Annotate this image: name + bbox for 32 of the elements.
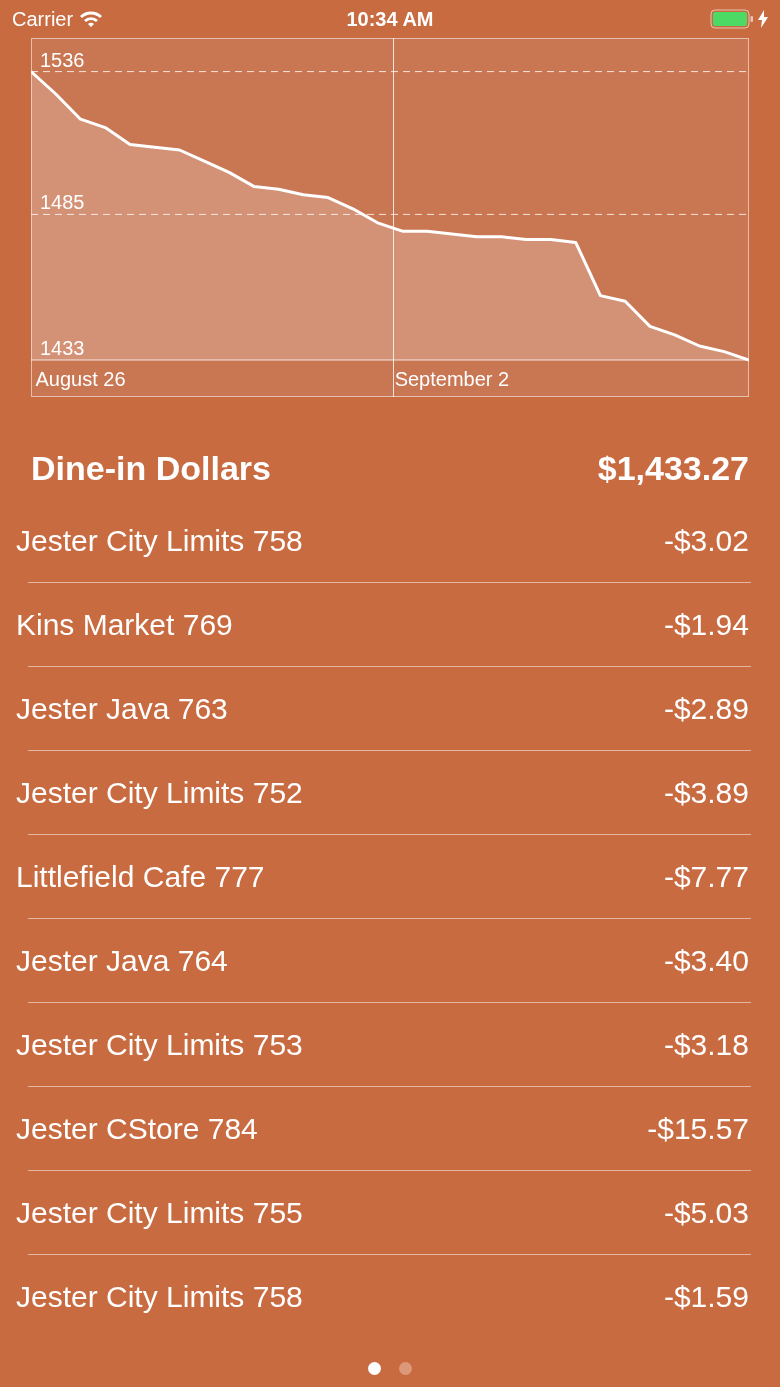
transaction-name: Jester City Limits 753 (16, 1027, 303, 1063)
transaction-amount: -$1.59 (663, 1279, 749, 1315)
battery-icon (710, 9, 754, 29)
axis-label: 1485 (40, 191, 85, 214)
transaction-name: Jester City Limits 755 (16, 1195, 303, 1231)
transaction-amount: -$5.03 (663, 1195, 749, 1231)
axis-label: 1433 (40, 337, 85, 359)
transaction-name: Jester Java 763 (16, 691, 228, 727)
transaction-amount: -$7.77 (663, 859, 749, 895)
account-title: Dine-in Dollars (31, 447, 271, 489)
axis-label: September 2 (394, 368, 510, 390)
charging-bolt-icon (758, 10, 768, 28)
transaction-name: Littlefield Cafe 777 (16, 859, 265, 895)
transaction-name: Jester City Limits 752 (16, 775, 303, 811)
transaction-name: Kins Market 769 (16, 607, 233, 643)
axis-label: August 26 (35, 368, 126, 390)
transaction-amount: -$3.89 (663, 775, 749, 811)
transaction-name: Jester City Limits 758 (16, 1279, 303, 1315)
carrier-label: Carrier (12, 7, 74, 32)
transaction-name: Jester City Limits 758 (16, 523, 303, 559)
transaction-amount: -$3.02 (663, 523, 749, 559)
wifi-icon (79, 10, 104, 28)
clock-time: 10:34 AM (346, 7, 434, 32)
transaction-amount: -$2.89 (663, 691, 749, 727)
transaction-amount: -$3.18 (663, 1027, 749, 1063)
transaction-amount: -$1.94 (663, 607, 749, 643)
transaction-name: Jester Java 764 (16, 943, 228, 979)
account-balance: $1,433.27 (597, 447, 749, 489)
transaction-amount: -$15.57 (647, 1111, 749, 1147)
transaction-name: Jester CStore 784 (16, 1111, 258, 1147)
axis-label: 1536 (40, 48, 85, 71)
transaction-amount: -$3.40 (663, 943, 749, 979)
